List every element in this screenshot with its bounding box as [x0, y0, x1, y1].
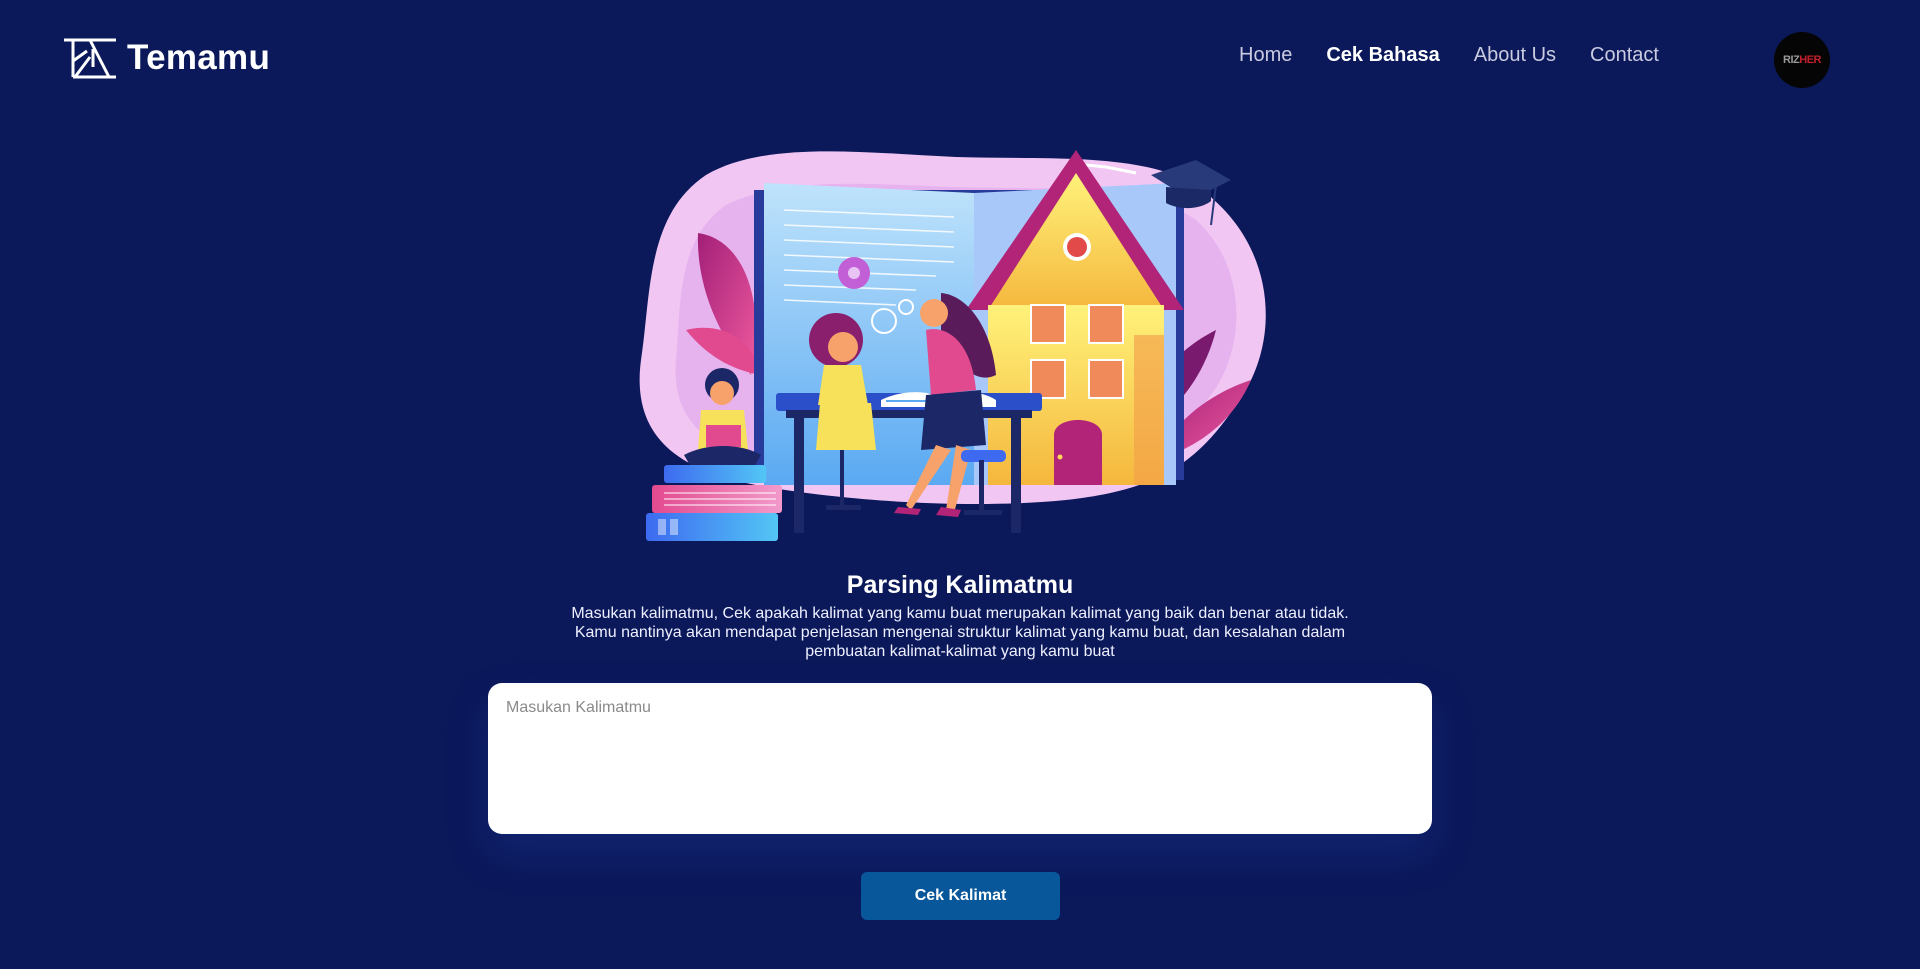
sentence-input-container: [488, 683, 1432, 834]
avatar-text-her: HER: [1799, 54, 1821, 66]
brand-link[interactable]: Temamu: [63, 37, 270, 79]
sentence-input[interactable]: [488, 683, 1432, 834]
brand-name: Temamu: [127, 38, 271, 77]
page-title: Parsing Kalimatmu: [846, 571, 1074, 599]
temamu-logo-icon: [64, 38, 116, 79]
nav-contact[interactable]: Contact: [1590, 44, 1659, 67]
hero-illustration: [636, 145, 1284, 549]
nav-links: Home Cek Bahasa About Us Contact: [1239, 44, 1693, 67]
nav-home[interactable]: Home: [1239, 44, 1292, 67]
education-illustration: [639, 150, 1266, 541]
nav-cek-bahasa[interactable]: Cek Bahasa: [1326, 44, 1439, 67]
navbar: Temamu Home Cek Bahasa About Us Contact …: [0, 0, 1920, 118]
cek-kalimat-button[interactable]: Cek Kalimat: [861, 872, 1060, 920]
page-description: Masukan kalimatmu, Cek apakah kalimat ya…: [571, 605, 1349, 660]
avatar[interactable]: RIZ HER: [1774, 32, 1830, 88]
avatar-text-riz: RIZ: [1783, 54, 1800, 66]
nav-about-us[interactable]: About Us: [1474, 44, 1556, 67]
